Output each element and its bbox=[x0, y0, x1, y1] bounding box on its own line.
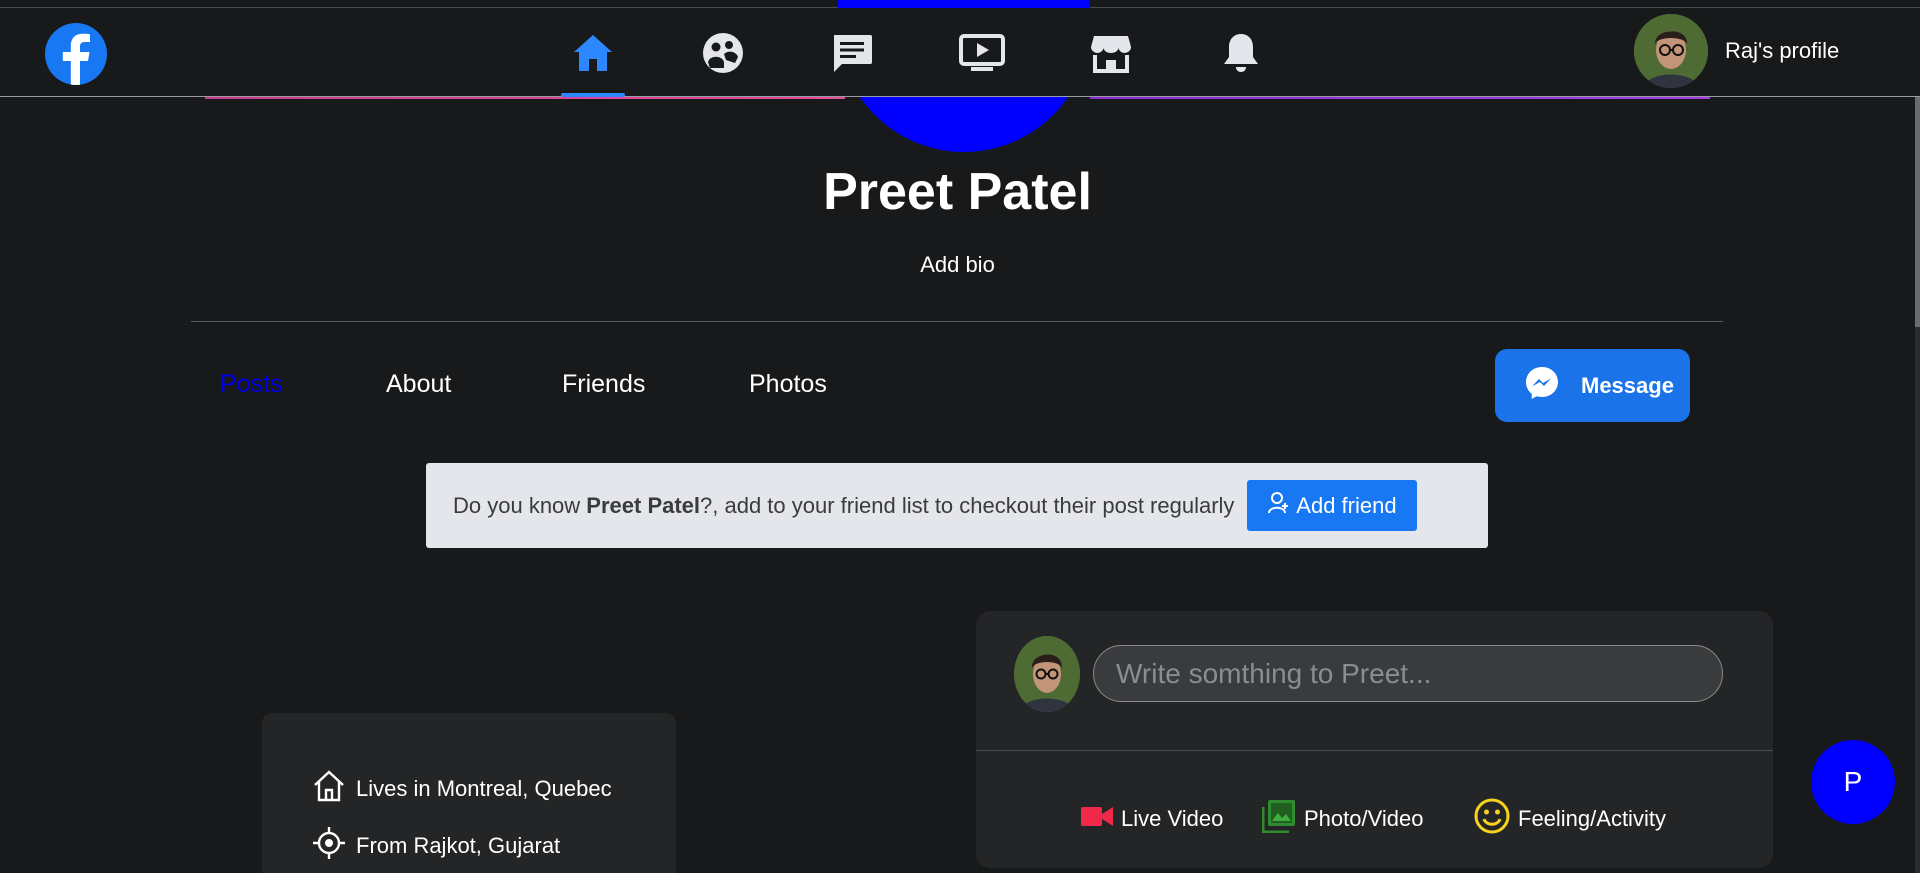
divider bbox=[191, 321, 1723, 322]
avatar bbox=[1634, 14, 1708, 88]
add-friend-label: Add friend bbox=[1296, 492, 1397, 518]
messenger-icon bbox=[1525, 366, 1559, 406]
live-video-label: Live Video bbox=[1121, 806, 1224, 831]
top-navbar: Raj's profile bbox=[0, 8, 1920, 97]
marketplace-icon[interactable] bbox=[1071, 8, 1151, 97]
notifications-icon[interactable] bbox=[1201, 8, 1281, 97]
divider bbox=[976, 750, 1773, 751]
scrollbar-thumb[interactable] bbox=[1915, 97, 1920, 327]
intro-card: Lives in Montreal, Quebec From Rajkot, G… bbox=[262, 713, 676, 873]
feeling-activity-label: Feeling/Activity bbox=[1518, 806, 1666, 831]
profile-link[interactable]: Raj's profile bbox=[1634, 12, 1839, 90]
profile-name: Raj's profile bbox=[1725, 38, 1840, 63]
watch-icon[interactable] bbox=[942, 8, 1022, 97]
photo-icon bbox=[1261, 799, 1296, 839]
tab-friends[interactable]: Friends bbox=[562, 370, 645, 399]
location-icon bbox=[312, 826, 346, 866]
intro-row-lives-in: Lives in Montreal, Quebec bbox=[312, 769, 612, 809]
user-icon bbox=[1268, 491, 1290, 521]
tab-posts[interactable]: Posts bbox=[220, 370, 283, 399]
facebook-logo-icon[interactable] bbox=[45, 23, 107, 85]
post-composer: Live Video Photo/Video Feeling/Activity bbox=[976, 611, 1773, 868]
intro-row-from: From Rajkot, Gujarat bbox=[312, 826, 560, 866]
house-icon bbox=[312, 769, 346, 809]
tab-photos[interactable]: Photos bbox=[749, 370, 827, 399]
smiley-icon bbox=[1474, 798, 1510, 840]
tab-about[interactable]: About bbox=[386, 370, 451, 399]
add-bio-link[interactable]: Add bio bbox=[0, 252, 1915, 278]
messages-icon[interactable] bbox=[812, 8, 892, 97]
message-button-label: Message bbox=[1581, 372, 1674, 398]
banner-text: Do you know Preet Patel?, add to your fr… bbox=[453, 492, 1235, 518]
photo-video-button[interactable]: Photo/Video bbox=[1261, 799, 1424, 839]
page-title: Preet Patel bbox=[823, 163, 1092, 221]
intro-text: From Rajkot, Gujarat bbox=[356, 833, 561, 858]
intro-text: Lives in Montreal, Quebec bbox=[356, 776, 612, 801]
chat-head-button[interactable]: P bbox=[1811, 740, 1895, 824]
home-icon[interactable] bbox=[553, 8, 633, 97]
live-video-button[interactable]: Live Video bbox=[1081, 799, 1223, 839]
friend-suggestion-banner: Do you know Preet Patel?, add to your fr… bbox=[426, 463, 1488, 548]
video-camera-icon bbox=[1081, 804, 1113, 834]
scrollbar[interactable] bbox=[1915, 97, 1920, 873]
photo-video-label: Photo/Video bbox=[1304, 806, 1424, 831]
avatar bbox=[1014, 636, 1080, 712]
post-input[interactable] bbox=[1093, 645, 1723, 702]
message-button[interactable]: Message bbox=[1495, 349, 1690, 422]
groups-icon[interactable] bbox=[683, 8, 763, 97]
add-friend-button[interactable]: Add friend bbox=[1247, 480, 1418, 531]
feeling-activity-button[interactable]: Feeling/Activity bbox=[1474, 798, 1666, 840]
